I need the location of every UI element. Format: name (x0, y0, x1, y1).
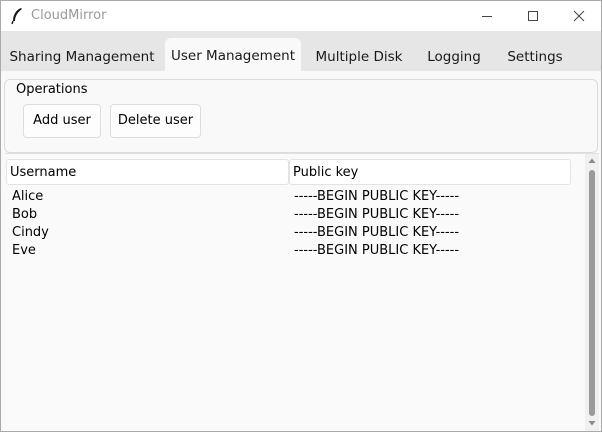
tab-bar: Sharing Management User Management Multi… (1, 31, 601, 71)
username-cell: Alice (12, 189, 44, 204)
close-icon (573, 10, 585, 22)
username-cell: Bob (12, 207, 38, 222)
username-cell: Cindy (12, 225, 49, 240)
public-key-cell: -----BEGIN PUBLIC KEY----- (294, 189, 460, 204)
close-button[interactable] (556, 1, 601, 31)
users-table: Username Public key Alice -----BEGIN PUB… (5, 153, 599, 431)
minimize-button[interactable] (464, 1, 510, 31)
maximize-icon (528, 11, 538, 21)
operations-label: Operations (15, 82, 89, 98)
maximize-button[interactable] (510, 1, 556, 31)
vertical-scrollbar[interactable] (585, 154, 599, 431)
title-bar: CloudMirror (1, 1, 601, 31)
public-key-cell: -----BEGIN PUBLIC KEY----- (294, 243, 460, 258)
tab-user-management[interactable]: User Management (165, 38, 301, 71)
public-key-cell: -----BEGIN PUBLIC KEY----- (294, 207, 460, 222)
app-window: CloudMirror Sharing Management User Mana… (0, 0, 602, 432)
minimize-icon (482, 16, 492, 17)
scroll-up-arrow-icon[interactable] (585, 154, 599, 168)
window-title: CloudMirror (31, 8, 107, 23)
delete-user-button[interactable]: Delete user (110, 104, 201, 138)
public-key-cell: -----BEGIN PUBLIC KEY----- (294, 225, 460, 240)
tab-multiple-disk[interactable]: Multiple Disk (308, 39, 410, 71)
tab-sharing-management[interactable]: Sharing Management (6, 39, 158, 71)
tab-settings[interactable]: Settings (498, 39, 572, 71)
column-header-public-key[interactable]: Public key (289, 159, 571, 185)
scrollbar-thumb[interactable] (589, 170, 595, 416)
username-cell: Eve (12, 243, 36, 258)
scroll-down-arrow-icon[interactable] (585, 416, 599, 430)
tab-logging[interactable]: Logging (415, 39, 493, 71)
add-user-button[interactable]: Add user (23, 104, 101, 138)
column-header-username[interactable]: Username (6, 159, 289, 185)
feather-icon (10, 7, 24, 25)
